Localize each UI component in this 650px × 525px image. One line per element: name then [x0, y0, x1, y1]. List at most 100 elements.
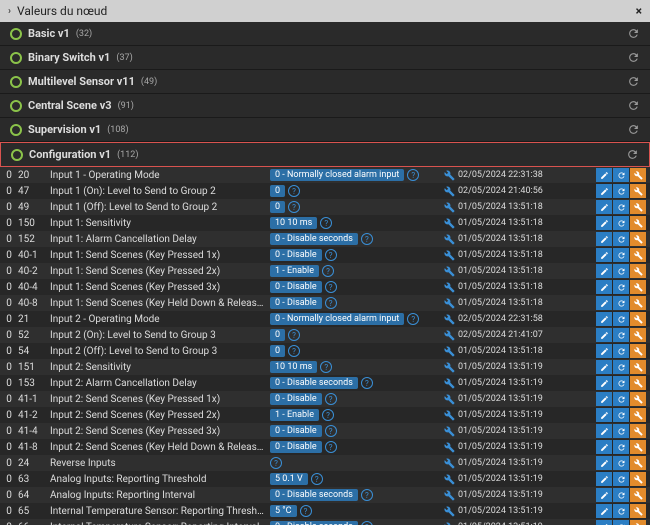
wrench-icon[interactable] — [440, 250, 458, 261]
refresh-icon[interactable] — [627, 99, 640, 112]
edit-button[interactable] — [596, 376, 612, 390]
refresh-button[interactable] — [613, 168, 629, 182]
section-0[interactable]: Basic v1(32) — [0, 22, 650, 46]
help-icon[interactable]: ? — [325, 281, 337, 293]
edit-button[interactable] — [596, 456, 612, 470]
edit-button[interactable] — [596, 184, 612, 198]
section-4[interactable]: Supervision v1(108) — [0, 118, 650, 142]
edit-button[interactable] — [596, 504, 612, 518]
refresh-icon[interactable] — [626, 148, 639, 161]
help-icon[interactable]: ? — [325, 425, 337, 437]
wrench-icon[interactable] — [440, 506, 458, 517]
wrench-icon[interactable] — [440, 314, 458, 325]
edit-button[interactable] — [596, 216, 612, 230]
wrench-icon[interactable] — [440, 410, 458, 421]
wrench-icon[interactable] — [440, 170, 458, 181]
tool-button[interactable] — [630, 472, 646, 486]
col-value[interactable]: 0 - Disable? — [270, 281, 440, 293]
tool-button[interactable] — [630, 376, 646, 390]
refresh-button[interactable] — [613, 408, 629, 422]
edit-button[interactable] — [596, 264, 612, 278]
help-icon[interactable]: ? — [325, 297, 337, 309]
edit-button[interactable] — [596, 472, 612, 486]
help-icon[interactable]: ? — [361, 521, 373, 525]
col-value[interactable]: ? — [270, 457, 440, 469]
refresh-button[interactable] — [613, 200, 629, 214]
help-icon[interactable]: ? — [407, 169, 419, 181]
wrench-icon[interactable] — [440, 442, 458, 453]
tool-button[interactable] — [630, 200, 646, 214]
refresh-button[interactable] — [613, 360, 629, 374]
help-icon[interactable]: ? — [320, 217, 332, 229]
col-value[interactable]: 0 - Disable? — [270, 425, 440, 437]
col-value[interactable]: 0 - Disable? — [270, 249, 440, 261]
help-icon[interactable]: ? — [361, 489, 373, 501]
help-icon[interactable]: ? — [361, 233, 373, 245]
refresh-button[interactable] — [613, 264, 629, 278]
refresh-button[interactable] — [613, 424, 629, 438]
edit-button[interactable] — [596, 408, 612, 422]
refresh-button[interactable] — [613, 296, 629, 310]
refresh-button[interactable] — [613, 392, 629, 406]
col-value[interactable]: 5 0.1 V? — [270, 473, 440, 485]
refresh-button[interactable] — [613, 248, 629, 262]
edit-button[interactable] — [596, 168, 612, 182]
col-value[interactable]: 10 10 ms? — [270, 361, 440, 373]
wrench-icon[interactable] — [440, 394, 458, 405]
edit-button[interactable] — [596, 248, 612, 262]
col-value[interactable]: 0 - Normally closed alarm input? — [270, 313, 440, 325]
wrench-icon[interactable] — [440, 266, 458, 277]
col-value[interactable]: 0 - Disable seconds? — [270, 377, 440, 389]
help-icon[interactable]: ? — [325, 249, 337, 261]
col-value[interactable]: 0 - Disable seconds? — [270, 521, 440, 525]
help-icon[interactable]: ? — [270, 457, 282, 469]
wrench-icon[interactable] — [440, 474, 458, 485]
help-icon[interactable]: ? — [322, 409, 334, 421]
refresh-button[interactable] — [613, 440, 629, 454]
refresh-button[interactable] — [613, 344, 629, 358]
wrench-icon[interactable] — [440, 218, 458, 229]
help-icon[interactable]: ? — [325, 441, 337, 453]
col-value[interactable]: 5 °C? — [270, 505, 440, 517]
wrench-icon[interactable] — [440, 298, 458, 309]
help-icon[interactable]: ? — [288, 201, 300, 213]
tool-button[interactable] — [630, 248, 646, 262]
help-icon[interactable]: ? — [361, 377, 373, 389]
edit-button[interactable] — [596, 280, 612, 294]
help-icon[interactable]: ? — [288, 329, 300, 341]
tool-button[interactable] — [630, 392, 646, 406]
help-icon[interactable]: ? — [320, 361, 332, 373]
edit-button[interactable] — [596, 520, 612, 525]
tool-button[interactable] — [630, 440, 646, 454]
tool-button[interactable] — [630, 296, 646, 310]
help-icon[interactable]: ? — [407, 313, 419, 325]
col-value[interactable]: 0 - Normally closed alarm input? — [270, 169, 440, 181]
tool-button[interactable] — [630, 216, 646, 230]
refresh-button[interactable] — [613, 376, 629, 390]
wrench-icon[interactable] — [440, 378, 458, 389]
edit-button[interactable] — [596, 200, 612, 214]
refresh-button[interactable] — [613, 472, 629, 486]
help-icon[interactable]: ? — [288, 345, 300, 357]
help-icon[interactable]: ? — [322, 265, 334, 277]
refresh-button[interactable] — [613, 520, 629, 525]
edit-button[interactable] — [596, 360, 612, 374]
wrench-icon[interactable] — [440, 330, 458, 341]
wrench-icon[interactable] — [440, 202, 458, 213]
edit-button[interactable] — [596, 392, 612, 406]
col-value[interactable]: 0? — [270, 345, 440, 357]
edit-button[interactable] — [596, 424, 612, 438]
wrench-icon[interactable] — [440, 426, 458, 437]
col-value[interactable]: 0? — [270, 185, 440, 197]
tool-button[interactable] — [630, 312, 646, 326]
edit-button[interactable] — [596, 440, 612, 454]
tool-button[interactable] — [630, 520, 646, 525]
refresh-button[interactable] — [613, 216, 629, 230]
help-icon[interactable]: ? — [288, 185, 300, 197]
refresh-icon[interactable] — [627, 75, 640, 88]
tool-button[interactable] — [630, 424, 646, 438]
edit-button[interactable] — [596, 296, 612, 310]
col-value[interactable]: 10 10 ms? — [270, 217, 440, 229]
col-value[interactable]: 0 - Disable? — [270, 297, 440, 309]
wrench-icon[interactable] — [440, 522, 458, 525]
